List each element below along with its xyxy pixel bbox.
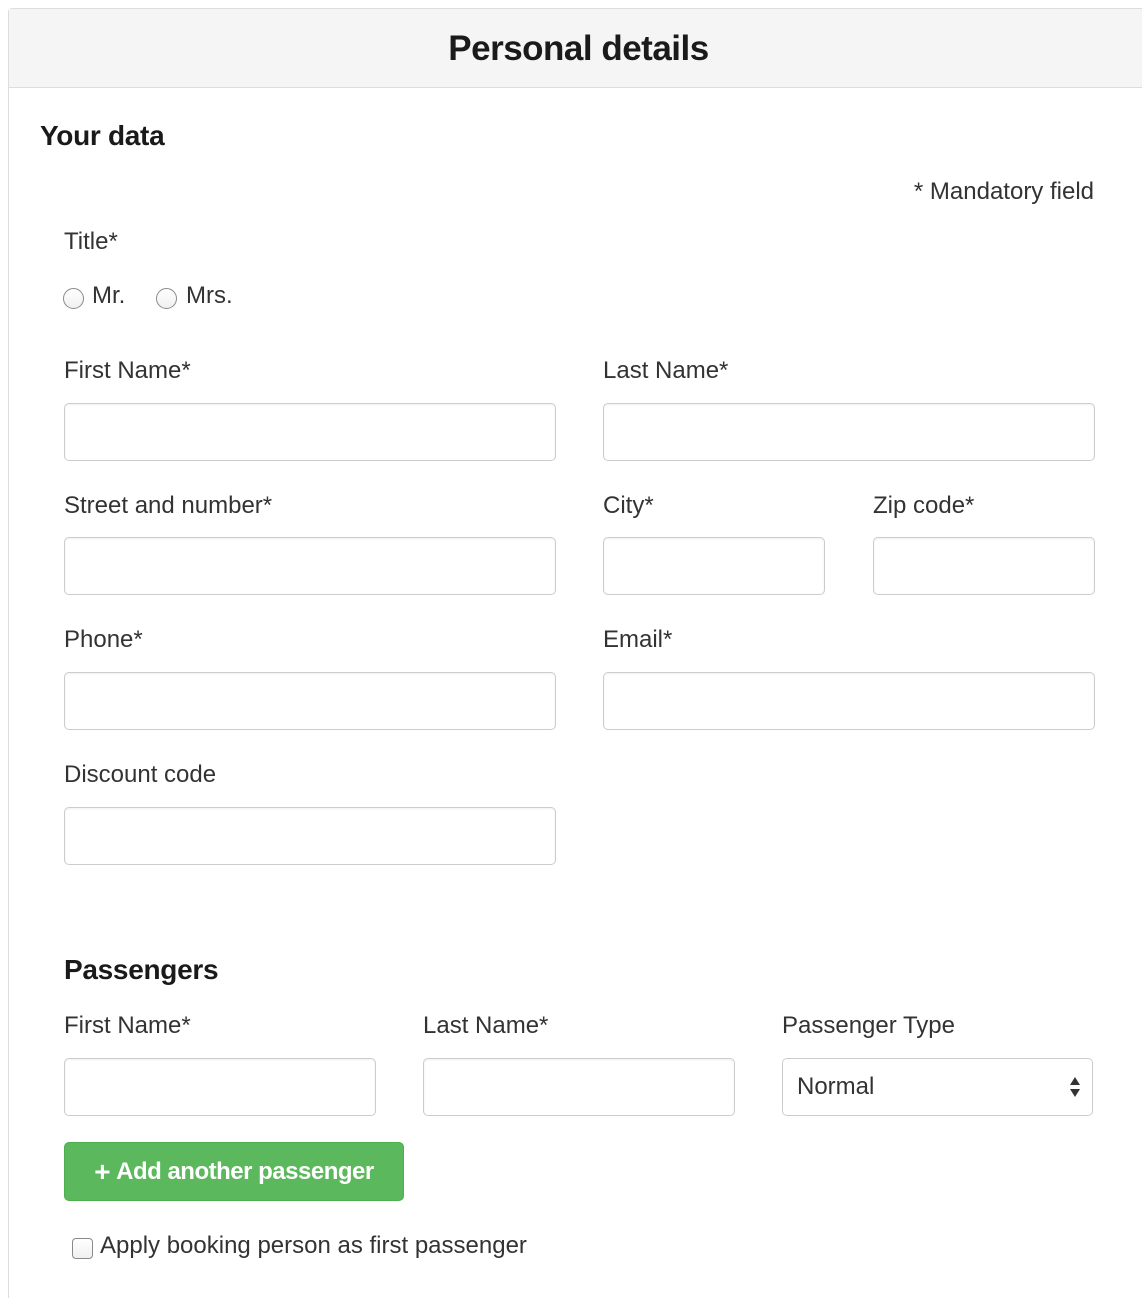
- passenger-last-name-label: Last Name*: [423, 1012, 549, 1039]
- discount-code-input[interactable]: [64, 807, 556, 865]
- passenger-type-label: Passenger Type: [782, 1012, 956, 1039]
- add-another-passenger-button[interactable]: + Add another passenger: [64, 1142, 404, 1201]
- zip-code-label: Zip code*: [873, 492, 975, 519]
- title-mrs-label[interactable]: Mrs.: [186, 282, 233, 310]
- select-updown-arrows-icon: [1070, 1077, 1080, 1097]
- title-label: Title*: [64, 228, 118, 255]
- phone-input[interactable]: [64, 672, 556, 730]
- last-name-label: Last Name*: [603, 357, 729, 384]
- panel-header: Personal details: [9, 9, 1142, 88]
- add-another-passenger-label: Add another passenger: [116, 1158, 374, 1185]
- zip-code-input[interactable]: [873, 537, 1095, 595]
- passenger-type-select[interactable]: Normal: [782, 1058, 1093, 1116]
- plus-icon: +: [94, 1156, 111, 1187]
- passenger-type-selected-value: Normal: [797, 1073, 875, 1100]
- passenger-first-name-input[interactable]: [64, 1058, 376, 1116]
- apply-booking-person-checkbox[interactable]: [72, 1238, 93, 1259]
- title-mrs-radio[interactable]: [156, 288, 177, 309]
- mandatory-field-note: * Mandatory field: [913, 178, 1094, 205]
- panel-title: Personal details: [448, 29, 709, 68]
- your-data-heading: Your data: [40, 120, 165, 151]
- passengers-heading: Passengers: [64, 954, 219, 985]
- city-label: City*: [603, 492, 654, 519]
- last-name-input[interactable]: [603, 403, 1095, 461]
- title-mr-label[interactable]: Mr.: [92, 282, 125, 310]
- email-input[interactable]: [603, 672, 1095, 730]
- passenger-first-name-label: First Name*: [64, 1012, 191, 1039]
- first-name-input[interactable]: [64, 403, 556, 461]
- discount-code-label: Discount code: [64, 761, 217, 788]
- street-label: Street and number*: [64, 492, 273, 519]
- title-mr-radio[interactable]: [63, 288, 84, 309]
- email-label: Email*: [603, 626, 673, 653]
- first-name-label: First Name*: [64, 357, 191, 384]
- passenger-last-name-input[interactable]: [423, 1058, 735, 1116]
- street-input[interactable]: [64, 537, 556, 595]
- phone-label: Phone*: [64, 626, 143, 653]
- city-input[interactable]: [603, 537, 825, 595]
- apply-booking-person-label[interactable]: Apply booking person as first passenger: [100, 1232, 527, 1260]
